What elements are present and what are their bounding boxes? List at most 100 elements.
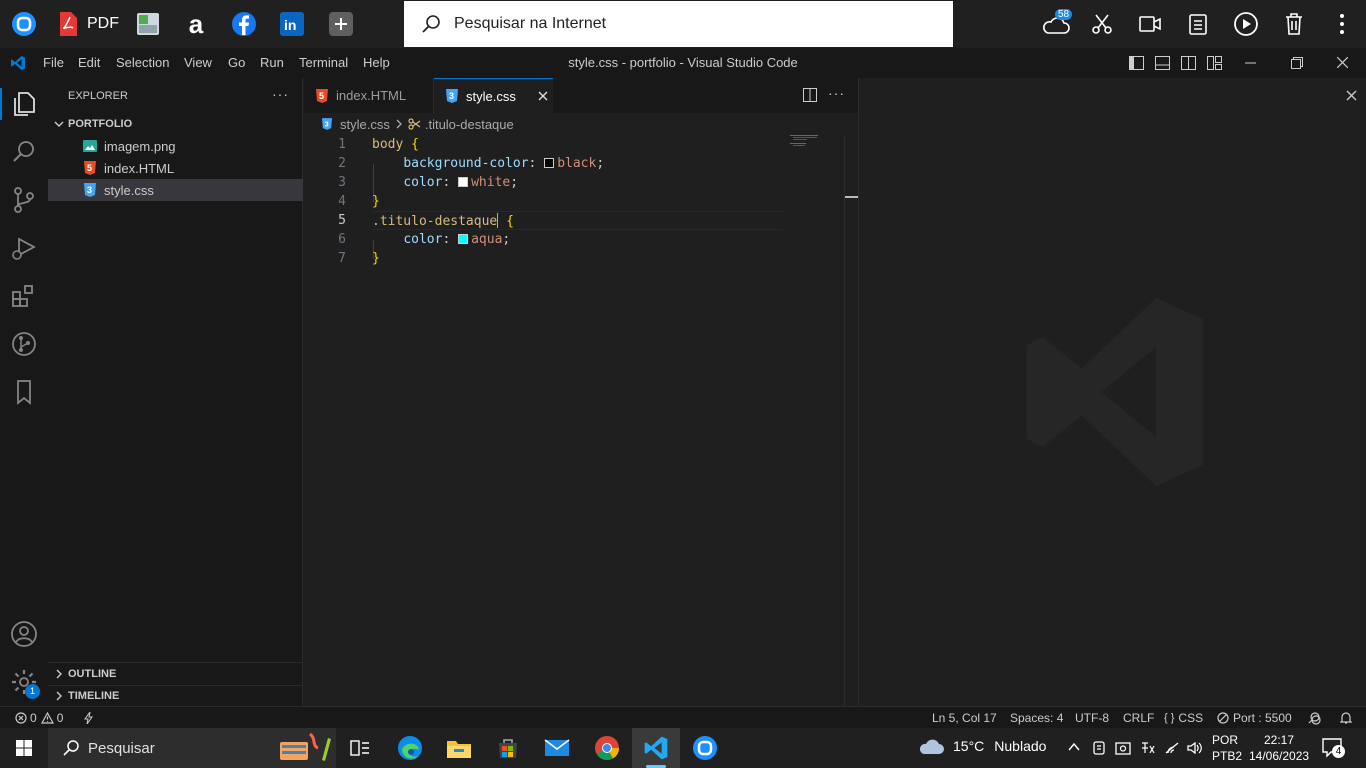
ime-icon[interactable] bbox=[1140, 740, 1156, 756]
edge-browser-icon[interactable] bbox=[390, 732, 430, 764]
live-server-port[interactable]: Port : 5500 bbox=[1217, 711, 1292, 725]
device-icon[interactable] bbox=[1092, 740, 1106, 756]
color-swatch-black[interactable] bbox=[544, 158, 555, 168]
html-file-icon: 5 bbox=[82, 160, 98, 176]
tab-index-html[interactable]: 5 index.HTML bbox=[304, 78, 434, 113]
split-editor-icon[interactable] bbox=[803, 88, 817, 102]
tab-style-css[interactable]: 3 style.css bbox=[434, 78, 553, 113]
play-icon[interactable] bbox=[1230, 8, 1262, 40]
braces-icon: { } bbox=[1164, 712, 1175, 724]
end-of-line[interactable]: CRLF bbox=[1123, 711, 1154, 725]
windows-taskbar: Pesquisar 15°C Nublado POR PTB2 22:17 14… bbox=[0, 728, 1366, 768]
bookmark-icon[interactable] bbox=[8, 376, 40, 408]
app-launcher-taskbar-icon[interactable] bbox=[685, 732, 725, 764]
git-graph-icon[interactable] bbox=[8, 328, 40, 360]
wifi-icon[interactable] bbox=[1164, 740, 1180, 756]
search-icon[interactable] bbox=[8, 136, 40, 168]
chevron-right-icon bbox=[56, 691, 62, 701]
clock-date[interactable]: 14/06/2023 bbox=[1249, 749, 1309, 763]
close-window-icon[interactable] bbox=[1337, 57, 1348, 68]
outline-section[interactable]: OUTLINE bbox=[48, 663, 303, 685]
svg-text:3: 3 bbox=[325, 120, 329, 129]
accounts-icon[interactable] bbox=[8, 618, 40, 650]
notification-center-icon[interactable]: 4 bbox=[1322, 738, 1345, 763]
line-number: 2 bbox=[338, 156, 346, 171]
chevron-right-icon bbox=[396, 119, 402, 129]
restore-icon[interactable] bbox=[1291, 57, 1303, 69]
microsoft-store-icon[interactable] bbox=[488, 732, 528, 764]
toggle-panel-icon[interactable] bbox=[1155, 56, 1170, 70]
remote-lightning-icon[interactable] bbox=[84, 712, 94, 724]
explorer-icon[interactable] bbox=[8, 88, 40, 120]
weather-widget[interactable]: 15°C Nublado bbox=[918, 736, 1046, 756]
app-launcher-icon[interactable] bbox=[8, 8, 40, 40]
internet-search-bar[interactable]: Pesquisar na Internet bbox=[404, 1, 953, 47]
cloud-badge: 58 bbox=[1055, 9, 1073, 20]
input-language[interactable]: POR bbox=[1212, 733, 1238, 747]
error-icon bbox=[15, 712, 27, 724]
windows-start-icon[interactable] bbox=[4, 732, 44, 764]
pdf-app-button[interactable]: PDF bbox=[56, 8, 120, 40]
vertical-scrollbar[interactable] bbox=[844, 135, 859, 706]
screen-capture-icon[interactable] bbox=[1115, 740, 1131, 756]
folder-portfolio[interactable]: PORTFOLIO bbox=[48, 113, 303, 135]
timeline-section[interactable]: TIMELINE bbox=[48, 685, 303, 707]
amazon-icon[interactable]: a bbox=[180, 8, 212, 40]
task-view-icon[interactable] bbox=[340, 732, 380, 764]
notes-app-icon[interactable] bbox=[132, 8, 164, 40]
video-camera-icon[interactable] bbox=[1134, 8, 1166, 40]
cursor-position[interactable]: Ln 5, Col 17 bbox=[932, 711, 997, 725]
close-tab-icon[interactable] bbox=[538, 91, 548, 101]
chevron-up-icon[interactable] bbox=[1068, 742, 1080, 752]
cloud-sync-icon[interactable]: 58 bbox=[1038, 8, 1074, 40]
taskbar-search-label: Pesquisar bbox=[88, 739, 155, 757]
language-mode[interactable]: { } CSS bbox=[1164, 711, 1203, 725]
file-imagem-png[interactable]: imagem.png bbox=[48, 135, 303, 157]
indentation[interactable]: Spaces: 4 bbox=[1010, 711, 1063, 725]
trash-icon[interactable] bbox=[1278, 8, 1310, 40]
breadcrumb-symbol[interactable]: .titulo-destaque bbox=[425, 117, 514, 132]
linkedin-icon[interactable]: in bbox=[276, 8, 308, 40]
source-control-icon[interactable] bbox=[8, 184, 40, 216]
notifications-bell-icon[interactable] bbox=[1340, 711, 1352, 725]
scissors-icon[interactable] bbox=[1086, 8, 1118, 40]
customize-layout-icon[interactable] bbox=[1207, 56, 1222, 70]
clipboard-icon[interactable] bbox=[1182, 8, 1214, 40]
file-style-css[interactable]: 3 style.css bbox=[48, 179, 303, 201]
keyboard-layout[interactable]: PTB2 bbox=[1212, 749, 1242, 763]
toggle-secondary-sidebar-icon[interactable] bbox=[1181, 56, 1196, 70]
color-swatch-white[interactable] bbox=[458, 177, 469, 187]
more-options-icon[interactable] bbox=[1326, 8, 1358, 40]
toggle-primary-sidebar-icon[interactable] bbox=[1129, 56, 1144, 70]
mail-icon[interactable] bbox=[537, 732, 577, 764]
extensions-icon[interactable] bbox=[8, 280, 40, 312]
taskbar-search-box[interactable]: Pesquisar bbox=[48, 728, 336, 768]
search-placeholder: Pesquisar na Internet bbox=[454, 15, 607, 32]
problems-indicator[interactable]: 0 0 bbox=[15, 711, 63, 725]
add-app-icon[interactable] bbox=[325, 8, 357, 40]
explorer-more-icon[interactable]: ··· bbox=[272, 86, 289, 102]
volume-icon[interactable] bbox=[1186, 740, 1202, 756]
close-panel-icon[interactable] bbox=[1346, 90, 1357, 101]
editor-more-icon[interactable]: ··· bbox=[828, 85, 845, 101]
svg-text:3: 3 bbox=[449, 91, 454, 101]
pdf-icon bbox=[60, 12, 77, 36]
run-debug-icon[interactable] bbox=[8, 232, 40, 264]
chevron-right-icon bbox=[56, 669, 62, 679]
clock-time[interactable]: 22:17 bbox=[1264, 733, 1294, 747]
breadcrumb-file[interactable]: style.css bbox=[340, 117, 390, 132]
brace: { bbox=[411, 137, 419, 152]
weather-desc: Nublado bbox=[994, 738, 1047, 754]
color-swatch-aqua[interactable] bbox=[458, 234, 469, 244]
file-index-html[interactable]: 5 index.HTML bbox=[48, 157, 303, 179]
code-editor[interactable]: 1 2 3 4 5 6 7 body { background-color: b… bbox=[304, 135, 859, 706]
file-label: imagem.png bbox=[104, 138, 176, 154]
facebook-icon[interactable] bbox=[228, 8, 260, 40]
file-explorer-icon[interactable] bbox=[439, 732, 479, 764]
minimap[interactable] bbox=[790, 135, 844, 155]
vscode-taskbar-icon[interactable] bbox=[636, 732, 676, 764]
feedback-icon[interactable] bbox=[1307, 711, 1321, 725]
minimize-icon[interactable] bbox=[1245, 62, 1256, 64]
chrome-icon[interactable] bbox=[587, 732, 627, 764]
encoding[interactable]: UTF-8 bbox=[1075, 711, 1109, 725]
